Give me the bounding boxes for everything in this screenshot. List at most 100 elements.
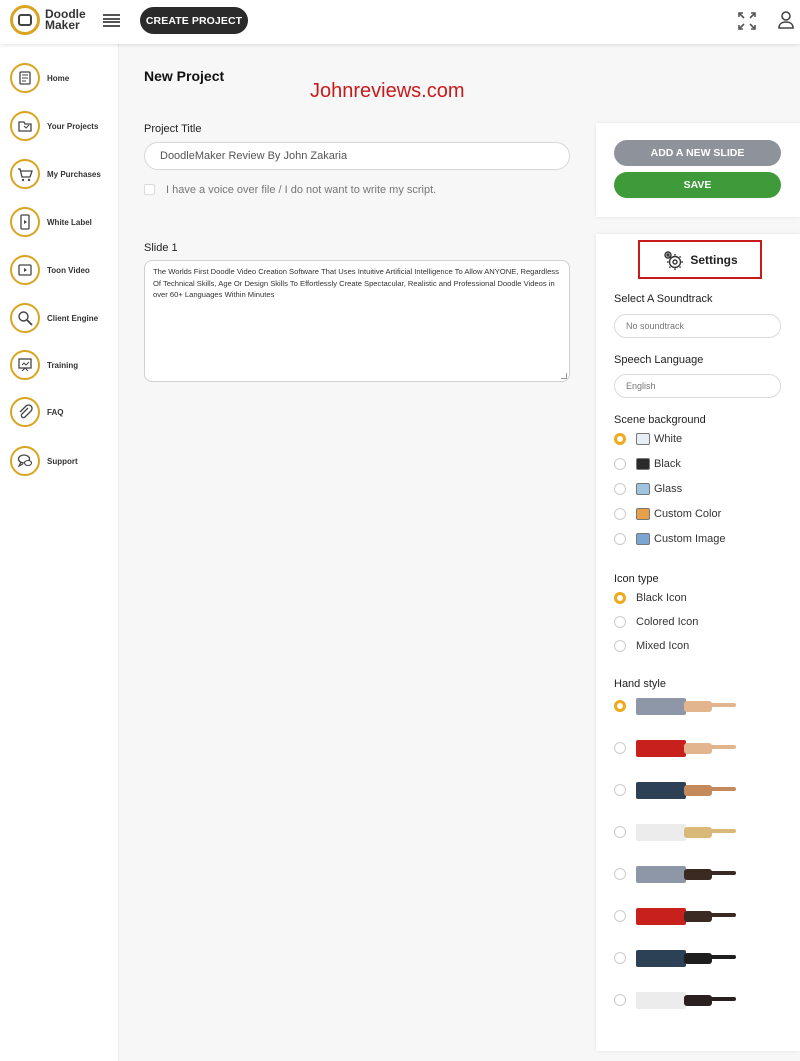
settings-title: Settings (690, 252, 738, 267)
background-option-white[interactable]: White (614, 431, 682, 447)
background-option-black[interactable]: Black (614, 456, 681, 472)
background-option-label: White (654, 433, 683, 445)
sidebar-item-your-projects[interactable]: Your Projects (10, 108, 118, 144)
pointing-hand-image (636, 947, 738, 969)
gears-icon (664, 250, 684, 270)
top-bar: Doodle Maker CREATE PROJECT (0, 0, 800, 44)
hand-style-option[interactable] (614, 905, 738, 927)
background-option-custom-color[interactable]: Custom Color (614, 506, 721, 522)
background-preview-icon (636, 533, 650, 545)
pointing-hand-image (636, 779, 738, 801)
hand-style-option[interactable] (614, 779, 738, 801)
background-radio[interactable] (614, 533, 626, 545)
watermark-text: Johnreviews.com (310, 80, 465, 102)
chat-icon (10, 446, 40, 476)
sidebar-item-label: Training (47, 360, 79, 370)
hand-style-option[interactable] (614, 989, 738, 1011)
user-icon[interactable] (778, 11, 794, 29)
hand-style-option[interactable] (614, 947, 738, 969)
app-logo[interactable]: Doodle Maker (10, 5, 86, 35)
sidebar-item-label: Your Projects (47, 121, 99, 131)
search-icon (10, 303, 40, 333)
training-icon (10, 350, 40, 380)
icon-type-label: Black Icon (636, 592, 687, 604)
pointing-hand-image (636, 737, 738, 759)
sidebar-item-my-purchases[interactable]: My Purchases (10, 156, 118, 192)
save-button[interactable]: SAVE (614, 172, 781, 198)
sidebar-item-label: Toon Video (47, 265, 90, 275)
sidebar-item-home[interactable]: Home (10, 60, 118, 96)
background-radio[interactable] (614, 458, 626, 470)
hand-style-radio[interactable] (614, 868, 626, 880)
icon-type-option-colored-icon[interactable]: Colored Icon (614, 614, 698, 630)
icon-type-label: Colored Icon (636, 616, 699, 628)
hand-style-radio[interactable] (614, 826, 626, 838)
label-icon (10, 207, 40, 237)
sidebar-item-faq[interactable]: FAQ (10, 394, 118, 430)
hand-style-option[interactable] (614, 821, 738, 843)
settings-panel: Settings Select A Soundtrack No soundtra… (596, 234, 800, 1051)
sidebar: Home Your Projects My Purchases White Label… (0, 44, 119, 1061)
hand-style-radio[interactable] (614, 700, 626, 712)
slide-script-text: The Worlds First Doodle Video Creation S… (153, 267, 559, 299)
pointing-hand-image (636, 905, 738, 927)
voice-over-checkbox[interactable] (144, 184, 155, 195)
video-icon (10, 255, 40, 285)
icon-type-option-black-icon[interactable]: Black Icon (614, 590, 687, 606)
home-icon (10, 63, 40, 93)
hand-style-option[interactable] (614, 863, 738, 885)
create-project-button[interactable]: CREATE PROJECT (140, 7, 248, 34)
background-preview-icon (636, 508, 650, 520)
soundtrack-select[interactable]: No soundtrack (614, 314, 781, 338)
sidebar-item-toon-video[interactable]: Toon Video (10, 252, 118, 288)
hand-style-option[interactable] (614, 737, 738, 759)
cart-icon (10, 159, 40, 189)
background-option-custom-image[interactable]: Custom Image (614, 531, 726, 547)
scene-background-label: Scene background (614, 414, 706, 426)
hand-style-radio[interactable] (614, 994, 626, 1006)
background-radio[interactable] (614, 483, 626, 495)
background-radio[interactable] (614, 433, 626, 445)
speech-language-label: Speech Language (614, 354, 704, 366)
icon-type-radio[interactable] (614, 640, 626, 652)
pointing-hand-image (636, 989, 738, 1011)
speech-language-select[interactable]: English (614, 374, 781, 398)
pointing-hand-image (636, 863, 738, 885)
menu-icon[interactable] (103, 14, 120, 27)
background-preview-icon (636, 483, 650, 495)
background-preview-icon (636, 458, 650, 470)
sidebar-item-label: FAQ (47, 407, 64, 417)
hand-style-radio[interactable] (614, 952, 626, 964)
logo-text-line2: Maker (45, 18, 80, 32)
background-preview-icon (636, 433, 650, 445)
sidebar-item-client-engine[interactable]: Client Engine (10, 300, 118, 336)
icon-type-label: Mixed Icon (636, 640, 690, 652)
soundtrack-label: Select A Soundtrack (614, 293, 713, 305)
hand-style-radio[interactable] (614, 910, 626, 922)
sidebar-item-label: Home (47, 73, 70, 83)
hand-style-radio[interactable] (614, 784, 626, 796)
hand-style-label: Hand style (614, 678, 666, 690)
resize-handle[interactable] (561, 373, 567, 379)
fullscreen-icon[interactable] (738, 12, 756, 30)
sidebar-item-white-label[interactable]: White Label (10, 204, 118, 240)
icon-type-radio[interactable] (614, 592, 626, 604)
sidebar-item-label: Support (47, 456, 78, 466)
hand-style-option[interactable] (614, 695, 738, 717)
folder-icon (10, 111, 40, 141)
voice-over-label: I have a voice over file / I do not want… (166, 184, 437, 196)
slide-script-textarea[interactable]: The Worlds First Doodle Video Creation S… (144, 260, 570, 382)
add-slide-button[interactable]: ADD A NEW SLIDE (614, 140, 781, 166)
project-title-input[interactable]: DoodleMaker Review By John Zakaria (144, 142, 570, 170)
icon-type-option-mixed-icon[interactable]: Mixed Icon (614, 638, 689, 654)
background-option-glass[interactable]: Glass (614, 481, 682, 497)
hand-style-radio[interactable] (614, 742, 626, 754)
slide-label: Slide 1 (144, 242, 178, 254)
background-radio[interactable] (614, 508, 626, 520)
sidebar-item-training[interactable]: Training (10, 347, 118, 383)
background-option-label: Custom Image (654, 533, 726, 545)
sidebar-item-support[interactable]: Support (10, 443, 118, 479)
pointing-hand-image (636, 821, 738, 843)
sidebar-item-label: My Purchases (47, 169, 101, 179)
icon-type-radio[interactable] (614, 616, 626, 628)
